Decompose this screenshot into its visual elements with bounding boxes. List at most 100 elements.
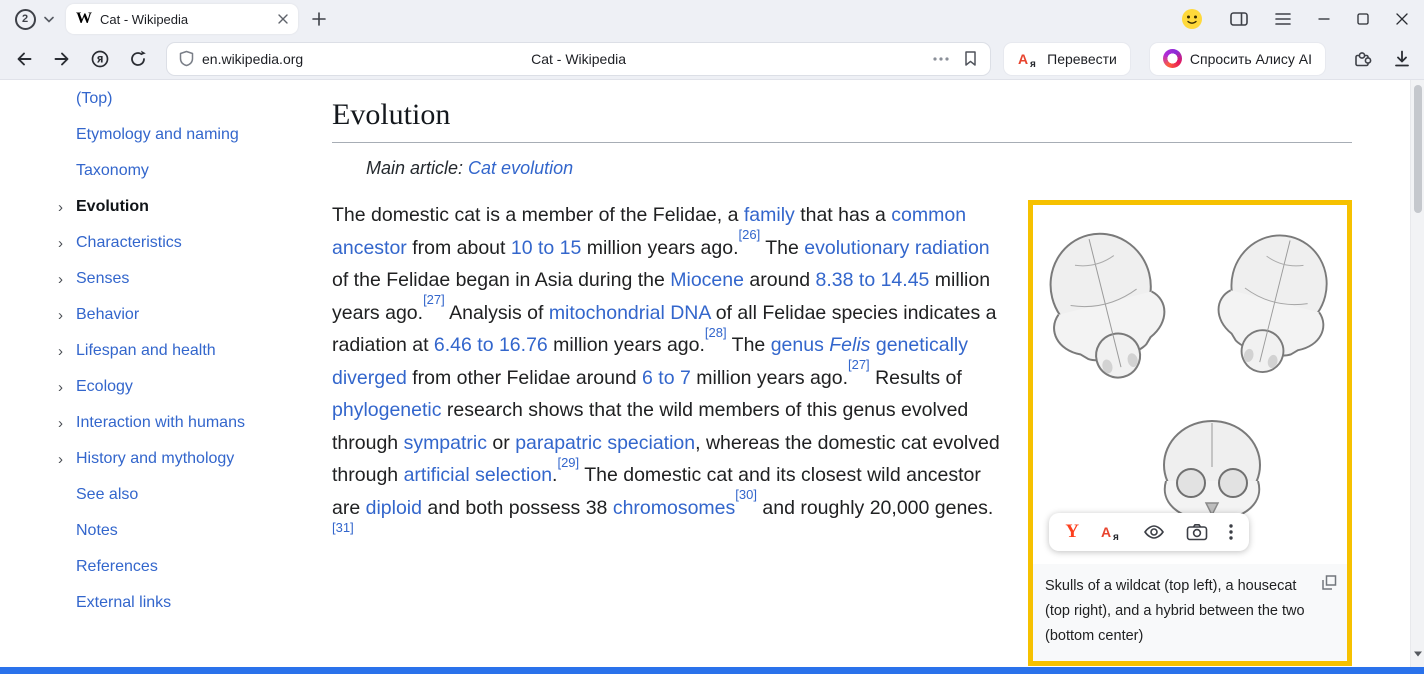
article-link[interactable]: Miocene (670, 269, 744, 291)
article-content: Evolution Main article: Cat evolution Th… (332, 80, 1352, 557)
toc-chevron-icon[interactable]: › (58, 451, 76, 468)
article-link[interactable]: diploid (366, 497, 422, 519)
yandex-search-icon[interactable]: Y (1065, 521, 1079, 543)
window-close-icon[interactable] (1396, 13, 1408, 25)
sidebar-item-top[interactable]: ›(Top) (58, 81, 245, 117)
sidebar-item-evolution[interactable]: ›Evolution (58, 189, 245, 225)
sidebar-item-see-also[interactable]: ›See also (58, 477, 245, 513)
text-run: from about (407, 237, 511, 259)
sidebar-item-history[interactable]: ›History and mythology (58, 441, 245, 477)
reference-link[interactable]: [28] (705, 325, 727, 340)
yandex-protect-icon[interactable]: Я (90, 49, 110, 69)
window-maximize-icon[interactable] (1357, 13, 1369, 25)
highlighted-figure[interactable]: Y Ая (1028, 200, 1352, 666)
reference-link[interactable]: [30] (735, 487, 757, 502)
toc-chevron-icon[interactable]: › (58, 343, 76, 360)
view-image-eye-icon[interactable] (1143, 523, 1165, 541)
url-host[interactable]: en.wikipedia.org (202, 51, 303, 67)
section-heading: Evolution (332, 80, 1352, 143)
reference-link[interactable]: [29] (557, 455, 579, 470)
translate-icon: Ая (1017, 49, 1039, 69)
sidebar-item-behavior[interactable]: ›Behavior (58, 297, 245, 333)
toc-chevron-icon[interactable]: › (58, 379, 76, 396)
skulls-image[interactable]: Y Ая (1033, 205, 1347, 564)
sidebar-item-external-links[interactable]: ›External links (58, 585, 245, 621)
sidebar-item-notes[interactable]: ›Notes (58, 513, 245, 549)
bookmark-flag-icon[interactable] (963, 50, 978, 67)
text-run: The domestic cat is a member of the Feli… (332, 204, 744, 226)
toc-chevron-icon[interactable]: › (58, 199, 76, 216)
bottom-edge-strip (0, 667, 1424, 674)
article-link[interactable]: parapatric speciation (515, 432, 695, 454)
article-link[interactable]: mitochondrial DNA (549, 302, 710, 324)
article-link[interactable]: chromosomes (613, 497, 735, 519)
toolbar-end-controls (1352, 49, 1412, 69)
image-search-camera-icon[interactable] (1186, 523, 1208, 541)
sidebar-item-label: See also (76, 486, 138, 504)
profile-avatar[interactable] (1181, 8, 1203, 30)
reference-link[interactable]: [26] (739, 227, 761, 242)
back-button[interactable] (14, 49, 34, 69)
browser-toolbar: Я en.wikipedia.org Cat - Wikipedia Ая Пе… (0, 38, 1424, 80)
toc-chevron-icon[interactable]: › (58, 415, 76, 432)
menu-icon[interactable] (1275, 13, 1291, 25)
translate-button[interactable]: Ая Перевести (1003, 42, 1131, 76)
article-link[interactable]: phylogenetic (332, 399, 442, 421)
tabs-dropdown-chevron-icon[interactable] (44, 16, 54, 23)
sidebar-item-references[interactable]: ›References (58, 549, 245, 585)
window-minimize-icon[interactable] (1318, 13, 1330, 25)
sidebar-item-characteristics[interactable]: ›Characteristics (58, 225, 245, 261)
table-of-contents: ›(Top) ›Etymology and naming ›Taxonomy ›… (58, 81, 245, 621)
address-bar[interactable]: en.wikipedia.org Cat - Wikipedia (166, 42, 991, 76)
toc-chevron-icon[interactable]: › (58, 307, 76, 324)
article-link[interactable]: 6 to 7 (642, 367, 691, 389)
figure-caption-text: Skulls of a wildcat (top left), a housec… (1045, 578, 1305, 644)
svg-text:Я: Я (97, 55, 104, 65)
article-link[interactable]: 10 to 15 (511, 237, 581, 259)
new-tab-button[interactable] (312, 12, 326, 26)
toc-chevron-icon[interactable]: › (58, 271, 76, 288)
reference-link[interactable]: [31] (332, 520, 354, 535)
reference-link[interactable]: [27] (848, 357, 870, 372)
more-actions-icon[interactable] (933, 57, 949, 61)
sidebar-item-interaction[interactable]: ›Interaction with humans (58, 405, 245, 441)
article-link[interactable]: 6.46 to 16.76 (434, 334, 548, 356)
sidebar-item-label: External links (76, 594, 171, 612)
ask-alice-button[interactable]: Спросить Алису AI (1149, 42, 1326, 76)
scrollbar-thumb[interactable] (1414, 85, 1422, 213)
reference-link[interactable]: [27] (423, 292, 445, 307)
article-link[interactable]: 8.38 to 14.45 (816, 269, 930, 291)
tab-count-button[interactable]: 2 (10, 5, 40, 33)
sidebar-item-senses[interactable]: ›Senses (58, 261, 245, 297)
scrollbar-down-arrow-icon[interactable] (1414, 644, 1422, 662)
text-run: around (744, 269, 816, 291)
text-run: and roughly 20,000 genes. (757, 497, 993, 519)
image-more-kebab-icon[interactable] (1229, 524, 1233, 540)
toc-chevron-icon[interactable]: › (58, 235, 76, 252)
extensions-icon[interactable] (1352, 49, 1372, 69)
sidebar-item-label: Senses (76, 270, 129, 288)
sidebar-item-taxonomy[interactable]: ›Taxonomy (58, 153, 245, 189)
hatnote-link[interactable]: Cat evolution (468, 158, 573, 178)
sidebar-item-etymology[interactable]: ›Etymology and naming (58, 117, 245, 153)
tab-close-icon[interactable] (278, 14, 288, 24)
article-link[interactable]: Felis (829, 334, 870, 356)
sidebar-item-lifespan[interactable]: ›Lifespan and health (58, 333, 245, 369)
image-translate-icon[interactable]: Ая (1100, 522, 1122, 542)
article-link[interactable]: family (744, 204, 795, 226)
article-link[interactable]: evolutionary radiation (804, 237, 989, 259)
sidebar-item-ecology[interactable]: ›Ecology (58, 369, 245, 405)
article-link[interactable]: artificial selection (404, 464, 552, 486)
sidebar-item-label: Behavior (76, 306, 139, 324)
article-link[interactable]: genus (771, 334, 824, 356)
enlarge-icon[interactable] (1322, 575, 1337, 590)
browser-tab[interactable]: W Cat - Wikipedia (66, 4, 298, 34)
page-scrollbar[interactable] (1410, 80, 1424, 667)
side-panels-icon[interactable] (1230, 11, 1248, 27)
reload-button[interactable] (128, 49, 148, 69)
text-run: The (727, 334, 771, 356)
forward-button[interactable] (52, 49, 72, 69)
article-link[interactable]: sympatric (404, 432, 487, 454)
downloads-icon[interactable] (1392, 49, 1412, 69)
hatnote-prefix: Main article: (366, 158, 468, 178)
